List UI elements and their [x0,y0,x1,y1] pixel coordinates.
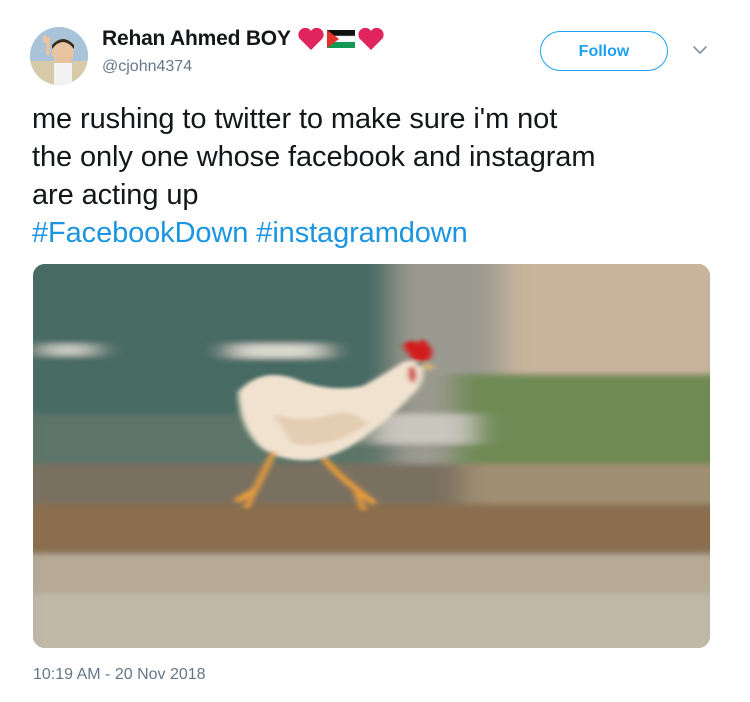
author-names: Rehan Ahmed BOY @cjohn4374 [102,24,385,76]
display-name[interactable]: Rehan Ahmed BOY [102,27,291,51]
chevron-down-icon[interactable] [692,44,708,56]
tweet-media-image[interactable] [33,264,710,648]
avatar-image [30,27,88,85]
tweet-text-line: are acting up [32,179,199,211]
hashtag-instagramdown[interactable]: #instagramdown [256,217,467,249]
tweet-timestamp[interactable]: 10:19 AM - 20 Nov 2018 [33,666,206,684]
avatar[interactable] [30,27,88,85]
name-emojis [297,27,385,51]
palestine-flag-icon [326,30,355,48]
tweet-text-line: the only one whose facebook and instagra… [32,141,596,173]
tweet-text-line: me rushing to twitter to make sure i'm n… [32,103,558,135]
hashtag-facebookdown[interactable]: #FacebookDown [32,217,248,249]
display-name-row: Rehan Ahmed BOY [102,24,385,54]
red-heart-icon [298,27,324,50]
red-heart-icon [358,27,384,50]
running-chicken-photo [33,264,710,648]
tweet-body: me rushing to twitter to make sure i'm n… [32,100,722,252]
hashtag-row: #FacebookDown #instagramdown [32,214,722,252]
follow-button[interactable]: Follow [540,31,668,71]
tweet-header: Rehan Ahmed BOY @cjohn4374 Follow [0,0,750,100]
user-handle[interactable]: @cjohn4374 [102,58,385,76]
